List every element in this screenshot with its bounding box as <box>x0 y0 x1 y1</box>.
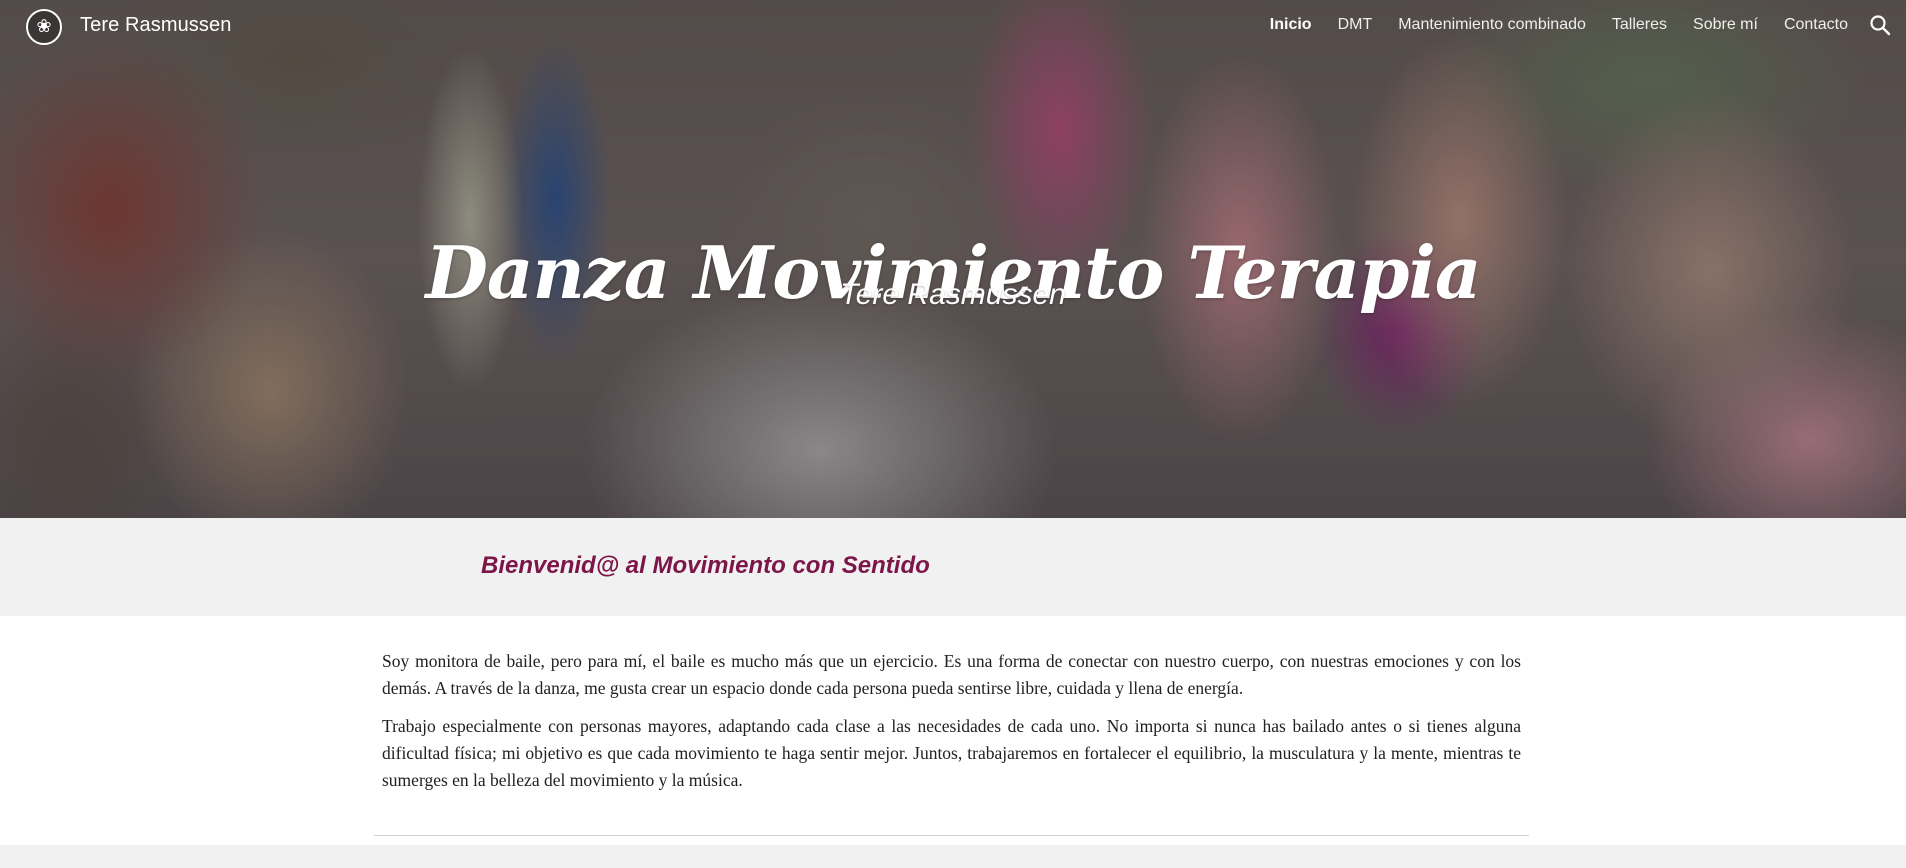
intro-paragraph-2: Trabajo especialmente con personas mayor… <box>382 716 1521 790</box>
intro-content: Soy monitora de baile, pero para mí, el … <box>382 648 1521 805</box>
top-navbar: ❀ Tere Rasmussen Inicio DMT Mantenimient… <box>0 0 1906 54</box>
site-title[interactable]: Tere Rasmussen <box>80 14 231 37</box>
welcome-section: Bienvenid@ al Movimiento con Sentido <box>0 518 1906 616</box>
nav-item-contacto[interactable]: Contacto <box>1784 16 1848 34</box>
hero-subtitle: Tere Rasmussen <box>840 278 1066 311</box>
lotus-logo-icon[interactable]: ❀ <box>26 9 62 45</box>
hero-banner: ❀ Tere Rasmussen Inicio DMT Mantenimient… <box>0 0 1906 518</box>
nav-item-inicio[interactable]: Inicio <box>1270 16 1312 34</box>
content-divider <box>374 835 1529 836</box>
nav-item-mantenimiento-combinado[interactable]: Mantenimiento combinado <box>1398 16 1586 34</box>
nav-item-dmt[interactable]: DMT <box>1338 16 1373 34</box>
nav-item-talleres[interactable]: Talleres <box>1612 16 1667 34</box>
nav-item-sobre-mi[interactable]: Sobre mí <box>1693 16 1758 34</box>
welcome-heading: Bienvenid@ al Movimiento con Sentido <box>481 552 930 579</box>
intro-paragraph-1: Soy monitora de baile, pero para mí, el … <box>382 651 1521 698</box>
search-icon[interactable] <box>1868 13 1892 37</box>
nav-menu: Inicio DMT Mantenimiento combinado Talle… <box>1270 16 1848 34</box>
next-section-strip <box>0 845 1906 868</box>
